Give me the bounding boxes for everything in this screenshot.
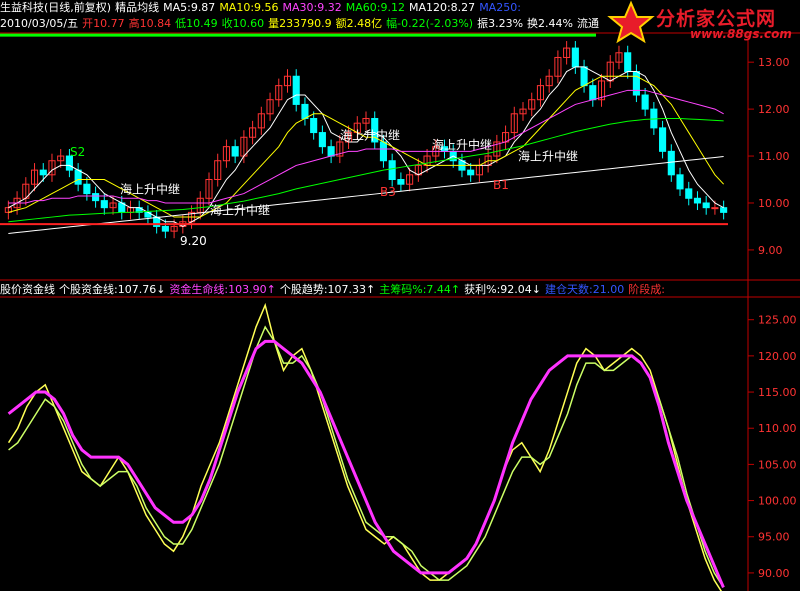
candle-body [632,71,640,96]
indicator-line [7,302,723,591]
y-tick-label: 9.00 [758,244,783,257]
candle-body [318,132,326,148]
candle-body [624,52,632,73]
candle-body [676,174,684,190]
chart-annotation: 9.20 [180,234,207,248]
candle-body [83,183,91,195]
chart-annotation: B3 [380,185,396,199]
logo-url: www.88gs.com [690,27,792,41]
candle-body [74,169,82,185]
chart-annotation: 海上升中继 [432,137,492,152]
y-tick-label: 95.00 [758,531,790,544]
y-tick-label: 120.00 [758,350,797,363]
candle-body [379,141,387,162]
y-tick-label: 100.00 [758,495,797,508]
indicator-line [7,339,725,588]
y-tick-label: 12.00 [758,103,790,116]
candle-body [388,160,396,181]
candle-body [161,225,169,232]
candle-body [39,169,47,176]
y-tick-label: 13.00 [758,56,790,69]
chart-annotation: 海上升中继 [210,203,270,218]
candle-body [100,200,108,209]
logo-star-icon [607,0,655,44]
y-tick-label: 90.00 [758,567,790,580]
candle-body [310,117,318,134]
ma-line [8,156,724,234]
candle-body [292,75,300,105]
candle-body [667,150,675,176]
y-tick-label: 115.00 [758,386,797,399]
site-logo: 分析家公式网 www.88gs.com [606,0,800,44]
candle-body [580,66,588,87]
candle-body [702,202,710,209]
y-tick-label: 105.00 [758,458,797,471]
candle-body [571,47,579,68]
chart-annotation: B1 [493,178,509,192]
chart-annotation: S2 [70,145,85,159]
candle-body [589,85,597,101]
y-tick-label: 110.00 [758,422,797,435]
chart-annotation: 海上升中继 [518,149,578,164]
candle-body [720,207,728,213]
candle-body [659,127,667,152]
candle-body [397,179,405,185]
candle-body [685,188,693,199]
candle-body [693,197,702,204]
candle-body [467,169,475,176]
ma-line [8,75,725,218]
y-tick-label: 11.00 [758,150,790,163]
candle-body [641,94,649,110]
candle-body [92,193,100,202]
candle-body [231,146,239,157]
chart-annotation: 海上升中继 [120,182,180,197]
chart-annotation: 海上升中继 [340,128,400,143]
stock-chart[interactable]: 9.00 10.00 11.00 12.00 13.00 90.00 95.00 100.00… [0,0,800,591]
y-tick-label: 125.00 [758,314,797,327]
candle-body [711,207,719,210]
candle-body [301,103,309,119]
y-tick-label: 10.00 [758,197,790,210]
candle-body [327,146,335,157]
